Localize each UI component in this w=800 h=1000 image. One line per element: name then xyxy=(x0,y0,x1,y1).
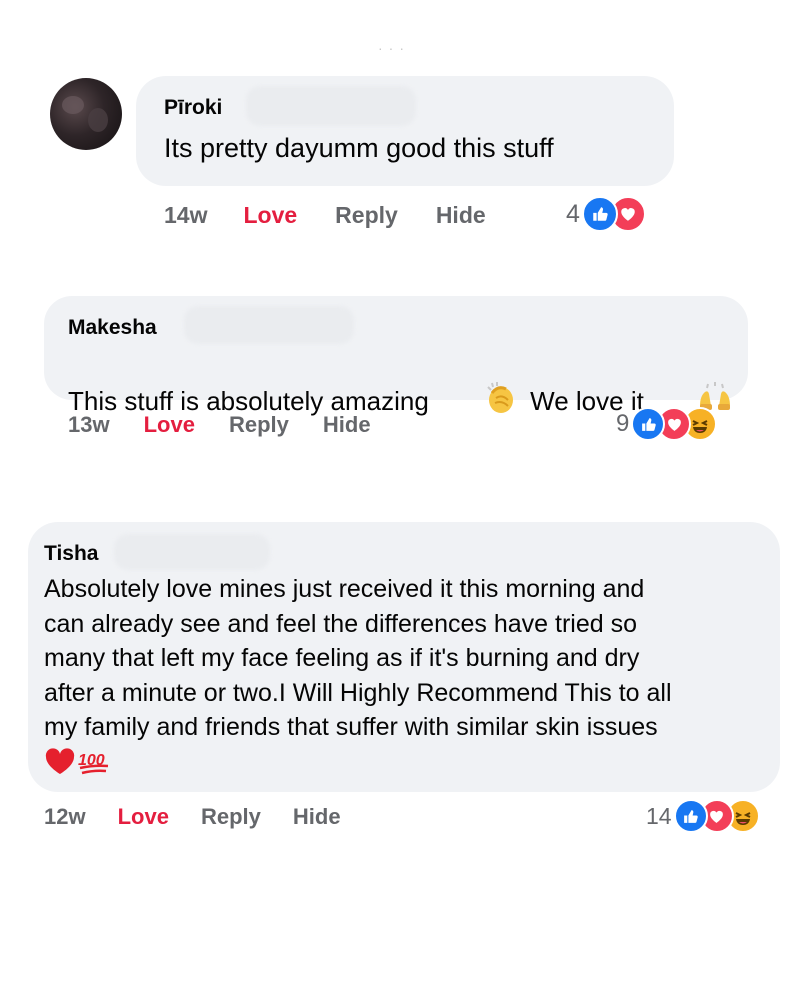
clapping-hands-emoji xyxy=(439,348,520,455)
reaction-summary[interactable]: 4 xyxy=(566,196,646,232)
comments-screen: ··· Pīroki Its pretty dayumm good this s… xyxy=(0,0,800,1000)
like-icon xyxy=(631,407,666,441)
reaction-count: 9 xyxy=(616,410,630,437)
comment-actions: 12w Love Reply Hide xyxy=(44,802,341,832)
reaction-count: 4 xyxy=(566,199,580,228)
hide-button[interactable]: Hide xyxy=(323,412,371,438)
reply-button[interactable]: Reply xyxy=(335,202,398,229)
love-button[interactable]: Love xyxy=(243,202,297,229)
comment-text-line: many that left my face feeling as if it'… xyxy=(44,644,640,672)
commenter-name[interactable]: Makesha xyxy=(68,316,157,340)
hundred-points-emoji: 100 xyxy=(76,746,110,781)
loading-dots: ··· xyxy=(378,40,410,56)
love-button[interactable]: Love xyxy=(118,804,169,830)
avatar[interactable] xyxy=(50,78,122,150)
comment-actions: 13w Love Reply Hide xyxy=(68,410,371,440)
redacted-name-blur xyxy=(184,306,354,344)
comment-text: Its pretty dayumm good this stuff xyxy=(164,133,554,163)
reply-button[interactable]: Reply xyxy=(229,412,289,438)
reply-button[interactable]: Reply xyxy=(201,804,261,830)
timestamp[interactable]: 12w xyxy=(44,804,86,830)
reaction-summary[interactable]: 14 xyxy=(646,798,760,834)
reaction-count: 14 xyxy=(646,802,672,829)
reaction-summary[interactable]: 9 xyxy=(616,406,718,442)
red-heart-emoji xyxy=(44,746,76,781)
comment-actions: 14w Love Reply Hide xyxy=(164,200,486,230)
hide-button[interactable]: Hide xyxy=(293,804,341,830)
like-icon xyxy=(673,799,708,833)
comment-text-line: can already see and feel the differences… xyxy=(44,609,637,638)
redacted-name-blur xyxy=(246,86,416,126)
timestamp[interactable]: 13w xyxy=(68,412,110,438)
comment-text-line: Absolutely love mines just received it t… xyxy=(44,575,645,603)
hide-button[interactable]: Hide xyxy=(436,202,486,229)
redacted-name-blur xyxy=(114,534,270,570)
comment-text: Absolutely love mines just received it t… xyxy=(44,572,672,745)
comment-text-line: after a minute or two.I Will Highly Reco… xyxy=(44,678,672,707)
love-button[interactable]: Love xyxy=(144,412,195,438)
commenter-name[interactable]: Pīroki xyxy=(164,96,222,120)
commenter-name[interactable]: Tisha xyxy=(44,542,98,566)
timestamp[interactable]: 14w xyxy=(164,202,207,229)
comment-text-line: my family and friends that suffer with s… xyxy=(44,713,658,741)
emoji-row: 100 xyxy=(44,746,110,781)
like-icon xyxy=(581,196,618,232)
